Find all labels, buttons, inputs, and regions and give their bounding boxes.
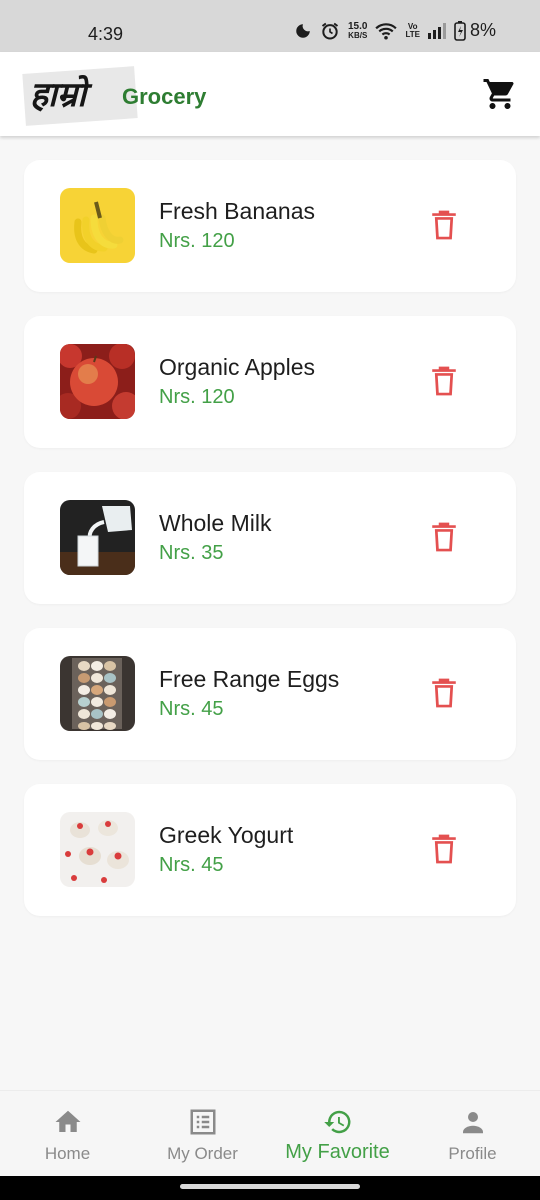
trash-icon <box>432 366 456 396</box>
net-speed: 15.0 KB/S <box>348 20 368 40</box>
favorites-list: Fresh Bananas Nrs. 120 Organic Apples Nr… <box>24 160 516 940</box>
status-bar: 4:39 15.0 KB/S Vo LTE 8% <box>0 0 540 52</box>
item-price: Nrs. 45 <box>159 698 224 720</box>
cart-button[interactable] <box>482 76 518 112</box>
trash-icon <box>432 210 456 240</box>
moon-icon <box>296 23 310 38</box>
nav-home[interactable]: Home <box>0 1091 135 1176</box>
battery-icon <box>454 20 466 41</box>
person-icon <box>462 1112 483 1134</box>
item-name: Free Range Eggs <box>159 666 340 692</box>
nav-label: My Favorite <box>285 1141 390 1163</box>
delete-button[interactable] <box>428 832 460 866</box>
volte-bottom: LTE <box>405 29 420 39</box>
net-speed-unit: KB/S <box>348 30 368 40</box>
bottom-navigation: Home My Order My Favorite Profile <box>0 1090 540 1176</box>
trash-icon <box>432 834 456 864</box>
net-speed-value: 15.0 <box>348 20 368 32</box>
banana-image <box>60 188 135 263</box>
item-price: Nrs. 35 <box>159 542 224 564</box>
item-price: Nrs. 120 <box>159 230 235 252</box>
home-indicator[interactable] <box>180 1184 360 1189</box>
list-icon <box>190 1109 215 1135</box>
volte-badge: Vo LTE <box>405 22 420 39</box>
wifi-icon <box>375 22 398 40</box>
status-icons: 15.0 KB/S Vo LTE 8% <box>294 20 496 41</box>
home-icon <box>55 1110 80 1132</box>
nav-label: My Order <box>167 1144 238 1163</box>
favorite-card[interactable]: Organic Apples Nrs. 120 <box>24 316 516 448</box>
alarm-icon <box>321 22 339 39</box>
nav-my-order[interactable]: My Order <box>135 1091 270 1176</box>
delete-button[interactable] <box>428 208 460 242</box>
favorite-card[interactable]: Fresh Bananas Nrs. 120 <box>24 160 516 292</box>
item-price: Nrs. 120 <box>159 386 235 408</box>
history-icon <box>323 1110 350 1134</box>
nav-profile[interactable]: Profile <box>405 1091 540 1176</box>
status-time: 4:39 <box>88 24 124 44</box>
item-name: Greek Yogurt <box>159 822 294 848</box>
item-name: Fresh Bananas <box>159 198 315 224</box>
logo-devanagari: हाम्रो <box>30 75 86 115</box>
favorite-card[interactable]: Free Range Eggs Nrs. 45 <box>24 628 516 760</box>
logo-text: Grocery <box>122 84 207 109</box>
nav-label: Home <box>44 1144 91 1163</box>
item-price: Nrs. 45 <box>159 854 224 876</box>
signal-icon <box>427 22 446 39</box>
item-name: Whole Milk <box>159 510 272 536</box>
delete-button[interactable] <box>428 364 460 398</box>
cart-icon <box>483 79 514 109</box>
milk-image <box>60 500 135 575</box>
trash-icon <box>432 522 456 552</box>
trash-icon <box>432 678 456 708</box>
nav-my-favorite[interactable]: My Favorite <box>270 1091 405 1176</box>
battery-percent: 8% <box>469 20 496 40</box>
yogurt-image <box>60 812 135 887</box>
app-bar: हाम्रो Grocery <box>0 52 540 136</box>
item-name: Organic Apples <box>159 354 315 380</box>
delete-button[interactable] <box>428 676 460 710</box>
favorite-card[interactable]: Whole Milk Nrs. 35 <box>24 472 516 604</box>
system-navigation-bar <box>0 1176 540 1200</box>
nav-label: Profile <box>448 1144 497 1163</box>
eggs-image <box>60 656 135 731</box>
delete-button[interactable] <box>428 520 460 554</box>
apples-image <box>60 344 135 419</box>
app-logo: हाम्रो Grocery <box>22 64 214 126</box>
favorite-card[interactable]: Greek Yogurt Nrs. 45 <box>24 784 516 916</box>
